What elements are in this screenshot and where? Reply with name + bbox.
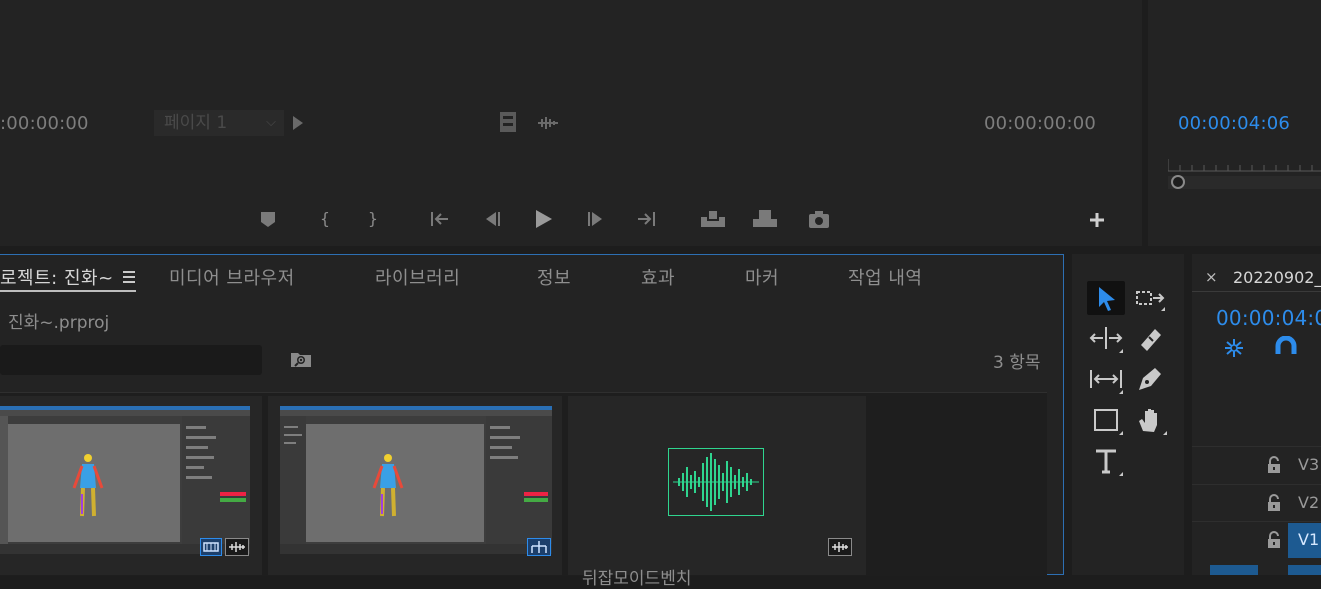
tab-history[interactable]: 작업 내역 <box>848 264 922 290</box>
close-icon[interactable]: × <box>1205 268 1218 286</box>
snap-magnet-icon[interactable] <box>1272 336 1300 360</box>
track-select-tool-icon[interactable] <box>1131 281 1169 315</box>
tab-divider <box>1192 291 1321 292</box>
mark-out-icon[interactable]: } <box>360 208 386 230</box>
tab-project-label: 로젝트: 진화~ <box>0 268 114 289</box>
lock-icon[interactable] <box>1266 531 1282 549</box>
find-icon[interactable] <box>289 349 313 369</box>
track-target-v1[interactable]: V1 <box>1288 523 1321 558</box>
tab-libraries[interactable]: 라이브러리 <box>375 264 460 290</box>
razor-tool-icon[interactable] <box>1131 321 1169 355</box>
track-row-v3[interactable]: V3 <box>1192 446 1321 484</box>
overwrite-icon[interactable] <box>750 207 780 231</box>
item-count: 3 항목 <box>993 353 1041 373</box>
track-row-v1[interactable]: V1 <box>1192 521 1321 559</box>
project-file-name: 진화~.prproj <box>8 313 110 333</box>
audio-waveform-thumbnail <box>668 448 764 516</box>
rectangle-tool-icon[interactable] <box>1087 403 1125 437</box>
go-to-out-icon[interactable] <box>634 208 658 230</box>
slip-tool-icon[interactable] <box>1087 362 1125 396</box>
page-select[interactable]: 페이지 1 ⌵ <box>154 110 284 136</box>
export-frame-icon[interactable] <box>806 207 832 231</box>
program-timecode[interactable]: 00:00:04:06 <box>1178 113 1290 134</box>
timeline-timecode[interactable]: 00:00:04:0 <box>1216 306 1321 330</box>
source-patch-a1[interactable] <box>1210 565 1258 575</box>
play-icon[interactable] <box>532 206 556 232</box>
video-badge-icon <box>200 538 222 556</box>
drag-video-only-icon[interactable] <box>498 110 518 134</box>
track-label: V1 <box>1298 530 1320 549</box>
lock-icon[interactable] <box>1266 456 1282 474</box>
tab-media-browser[interactable]: 미디어 브라우저 <box>169 264 295 290</box>
tab-markers[interactable]: 마커 <box>745 264 779 290</box>
pen-tool-icon[interactable] <box>1131 362 1169 396</box>
track-label: V3 <box>1298 455 1320 474</box>
source-timecode-left[interactable]: :00:00:00 <box>0 113 89 134</box>
video-thumbnail <box>0 406 250 554</box>
track-row-v2[interactable]: V2 <box>1192 484 1321 522</box>
lock-icon[interactable] <box>1266 494 1282 512</box>
program-time-ruler[interactable] <box>1168 155 1321 193</box>
mark-in-icon[interactable]: { <box>312 208 338 230</box>
step-forward-icon[interactable] <box>586 208 608 230</box>
track-target-a1[interactable] <box>1288 565 1321 575</box>
nest-clips-icon[interactable] <box>1220 336 1248 360</box>
tab-project[interactable]: 로젝트: 진화~ <box>0 264 114 290</box>
play-page-icon[interactable] <box>291 112 305 134</box>
search-input[interactable] <box>0 345 262 375</box>
project-item[interactable]: 뒤잡모이드벤치 <box>568 396 866 589</box>
page-select-label: 페이지 1 <box>164 113 228 133</box>
insert-icon[interactable] <box>698 207 728 231</box>
chevron-down-icon: ⌵ <box>266 115 276 130</box>
project-item[interactable] <box>0 396 262 575</box>
hand-tool-icon[interactable] <box>1131 403 1169 437</box>
tab-info[interactable]: 정보 <box>537 264 571 290</box>
active-tab-underline <box>0 290 136 292</box>
audio-badge-icon <box>828 538 852 556</box>
add-marker-icon[interactable] <box>258 208 278 230</box>
tab-effects[interactable]: 효과 <box>641 264 675 290</box>
go-to-in-icon[interactable] <box>428 208 452 230</box>
audio-badge-icon <box>225 538 249 556</box>
project-item[interactable] <box>268 396 562 575</box>
selection-tool-icon[interactable] <box>1087 281 1125 315</box>
track-label: V2 <box>1298 493 1320 512</box>
drag-audio-only-icon[interactable] <box>536 113 560 133</box>
step-back-icon[interactable] <box>480 208 502 230</box>
source-timecode-right: 00:00:00:00 <box>984 113 1097 134</box>
video-thumbnail <box>280 406 552 554</box>
panel-menu-icon[interactable] <box>121 266 137 286</box>
type-tool-icon[interactable] <box>1087 444 1125 478</box>
item-name: 뒤잡모이드벤치 <box>582 569 692 589</box>
tab-sequence[interactable]: 20220902_ <box>1233 268 1321 287</box>
button-editor-plus-icon[interactable] <box>1087 210 1107 230</box>
sequence-badge-icon <box>527 538 551 556</box>
ripple-edit-tool-icon[interactable] <box>1087 321 1125 355</box>
